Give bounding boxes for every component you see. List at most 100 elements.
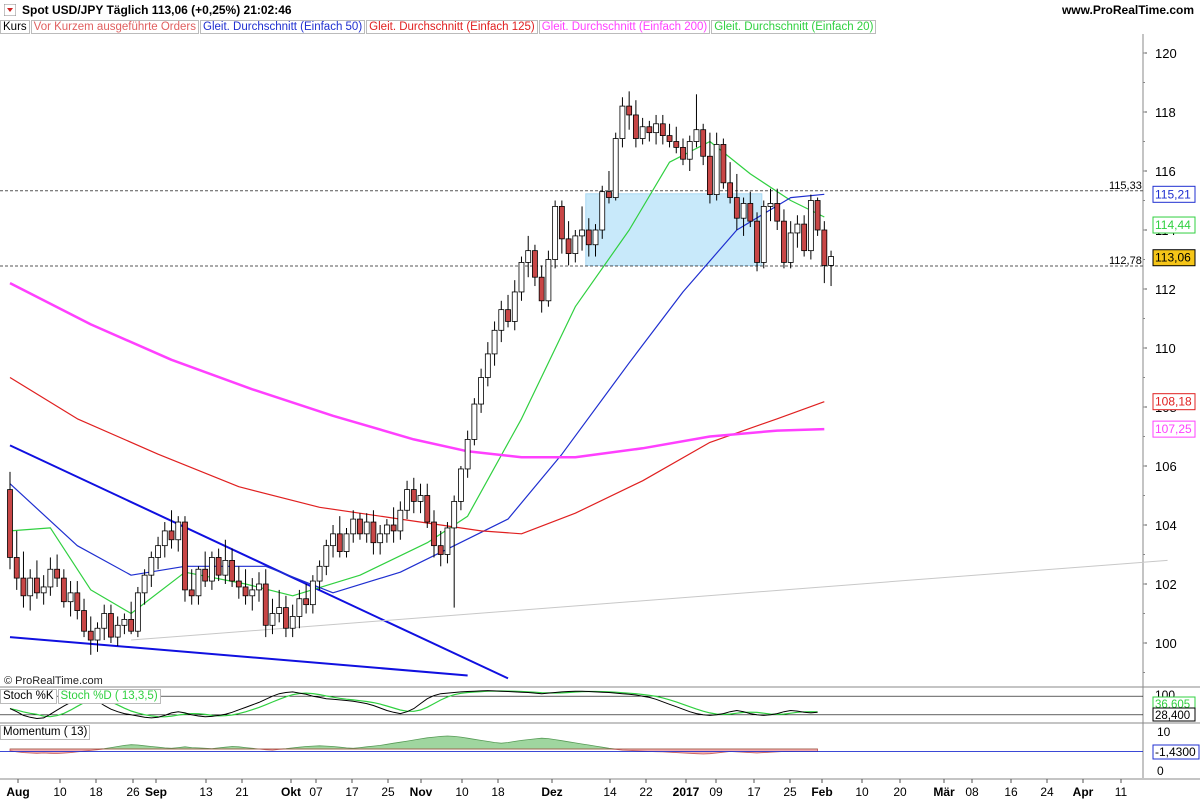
candle-body[interactable] [134, 592, 141, 632]
candle-body[interactable] [444, 527, 451, 555]
candle-body[interactable] [511, 291, 518, 322]
stoch-legend-item-0[interactable]: Stoch %K [0, 689, 57, 704]
candle-body[interactable] [431, 521, 437, 547]
candle-body[interactable] [289, 616, 296, 629]
candle-body[interactable] [451, 500, 458, 529]
candle-body[interactable] [606, 191, 612, 198]
candle-body[interactable] [323, 545, 330, 567]
candle-body[interactable] [626, 105, 633, 116]
candle-body[interactable] [249, 589, 256, 597]
candle-body[interactable] [168, 530, 175, 541]
candle-body[interactable] [34, 577, 40, 594]
candle-body[interactable] [67, 592, 74, 603]
candle-body[interactable] [646, 126, 653, 134]
candle-body[interactable] [807, 200, 814, 252]
candle-body[interactable] [585, 229, 592, 246]
candle-body[interactable] [693, 129, 700, 142]
candle-body[interactable] [760, 205, 767, 263]
candle-body[interactable] [20, 577, 27, 597]
candle-body[interactable] [40, 586, 47, 594]
candle-body[interactable] [505, 309, 511, 322]
candle-body[interactable] [229, 560, 235, 582]
candle-body[interactable] [188, 589, 195, 597]
candle-body[interactable] [316, 565, 323, 582]
candle-body[interactable] [707, 155, 713, 195]
candle-body[interactable] [101, 613, 108, 629]
candle-body[interactable] [565, 238, 572, 255]
candle-body[interactable] [619, 105, 626, 139]
candle-body[interactable] [195, 568, 202, 597]
candle-body[interactable] [269, 613, 276, 626]
candle-body[interactable] [87, 630, 94, 641]
candle-body[interactable] [60, 577, 67, 603]
candle-body[interactable] [612, 138, 619, 198]
candle-body[interactable] [343, 533, 350, 552]
candle-body[interactable] [377, 533, 384, 544]
candle-body[interactable] [410, 489, 417, 502]
candle-body[interactable] [599, 191, 606, 231]
candle-body[interactable] [235, 580, 242, 588]
candle-body[interactable] [774, 203, 781, 222]
candle-body[interactable] [532, 250, 538, 278]
candle-body[interactable] [404, 489, 410, 511]
candle-body[interactable] [141, 574, 148, 594]
candle-body[interactable] [182, 521, 188, 591]
candle-body[interactable] [727, 182, 734, 198]
candle-body[interactable] [242, 586, 249, 597]
candle-body[interactable] [794, 223, 801, 234]
candle-body[interactable] [437, 545, 444, 555]
candle-body[interactable] [498, 309, 505, 331]
candle-body[interactable] [336, 533, 343, 552]
candle-body[interactable] [175, 521, 182, 541]
candle-body[interactable] [357, 518, 363, 535]
candle-body[interactable] [680, 146, 686, 160]
momentum-legend-item-0[interactable]: Momentum ( 13) [0, 725, 91, 740]
candle-body[interactable] [256, 583, 262, 591]
candle-body[interactable] [262, 583, 269, 626]
candle-body[interactable] [801, 223, 808, 252]
candle-body[interactable] [148, 557, 155, 576]
candle-body[interactable] [552, 205, 559, 260]
candle-body[interactable] [383, 524, 390, 535]
candle-body[interactable] [754, 220, 760, 263]
candle-body[interactable] [458, 468, 464, 502]
candle-body[interactable] [787, 232, 794, 263]
candle-body[interactable] [276, 607, 283, 614]
candle-body[interactable] [74, 592, 81, 611]
candle-body[interactable] [713, 144, 720, 195]
chart-canvas[interactable]: 100102104106108110112114116118120115,331… [0, 0, 1200, 800]
candle-body[interactable] [283, 607, 289, 629]
candle-body[interactable] [309, 580, 316, 606]
candle-body[interactable] [155, 545, 161, 558]
candle-body[interactable] [781, 220, 787, 263]
candle-body[interactable] [740, 203, 747, 219]
candle-body[interactable] [390, 524, 397, 532]
candle-body[interactable] [215, 557, 222, 576]
candle-body[interactable] [700, 129, 707, 157]
candle-body[interactable] [370, 521, 377, 544]
candle-body[interactable] [518, 262, 525, 293]
candle-body[interactable] [666, 135, 673, 142]
stoch-legend-item-1[interactable]: Stoch %D ( 13,3,5) [57, 689, 161, 704]
candle-body[interactable] [659, 123, 666, 137]
candle-body[interactable] [579, 229, 585, 237]
candle-body[interactable] [7, 489, 13, 558]
candle-body[interactable] [161, 530, 168, 547]
candle-body[interactable] [94, 627, 101, 641]
candle-body[interactable] [545, 259, 552, 302]
ma-line-3[interactable] [9, 281, 825, 459]
candle-body[interactable] [108, 613, 114, 638]
candle-body[interactable] [27, 577, 34, 597]
candle-body[interactable] [296, 598, 303, 617]
candle-body[interactable] [733, 197, 740, 219]
candle-body[interactable] [653, 123, 659, 134]
candle-body[interactable] [417, 495, 424, 502]
candle-body[interactable] [424, 495, 431, 523]
candle-body[interactable] [525, 250, 532, 263]
candle-body[interactable] [673, 141, 680, 148]
candle-body[interactable] [767, 203, 774, 207]
candle-body[interactable] [202, 568, 209, 582]
candle-body[interactable] [686, 141, 693, 160]
candle-body[interactable] [222, 560, 229, 576]
candle-body[interactable] [592, 229, 599, 246]
